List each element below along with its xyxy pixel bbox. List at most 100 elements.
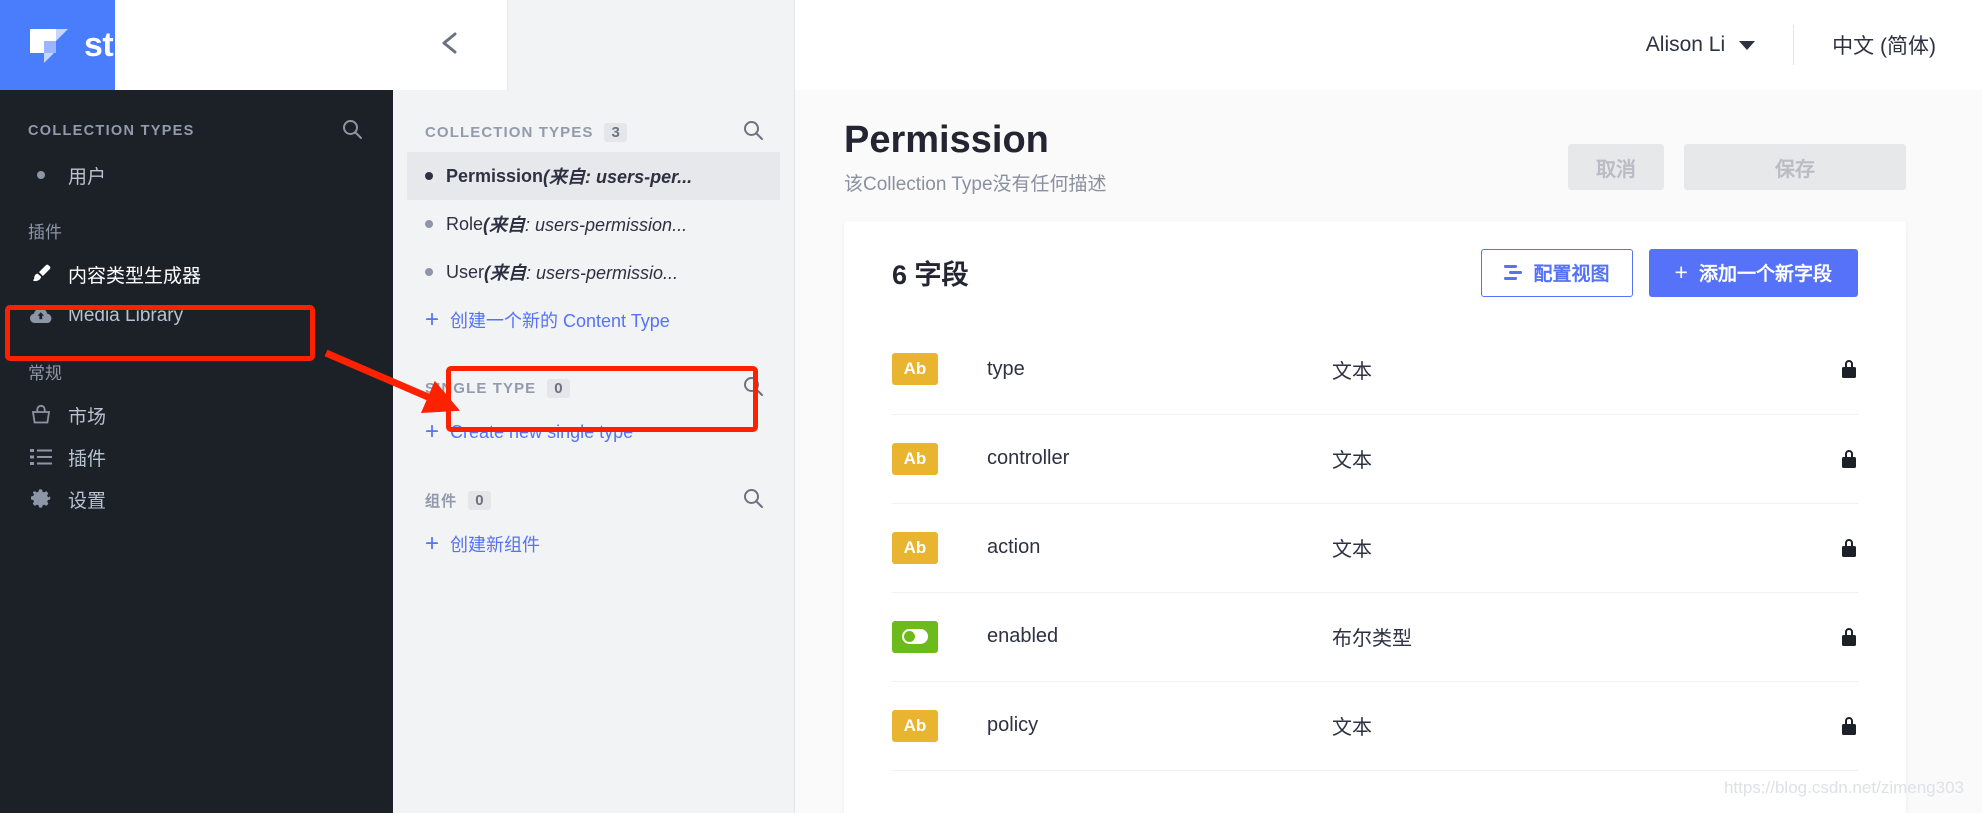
sidebar-item-label: 内容类型生成器	[68, 265, 202, 287]
user-name: Alison Li	[1645, 33, 1726, 56]
lock-icon	[1840, 358, 1858, 380]
lock-icon	[1840, 448, 1858, 470]
plus-icon: +	[425, 306, 440, 333]
strapi-logo-icon	[30, 29, 68, 63]
fields-card-header: 6 字段 配置视图 + 添加一个新字段	[892, 221, 1858, 325]
create-new-single-type-link[interactable]: + Create new single type	[393, 408, 794, 456]
list-item-source: (来自: users-per...	[543, 167, 693, 187]
add-new-field-button[interactable]: + 添加一个新字段	[1648, 248, 1858, 297]
create-new-component-link[interactable]: + 创建新组件	[393, 520, 794, 568]
mid-section-title: SINGLE TYPE	[425, 379, 537, 397]
mid-section-count: 0	[547, 378, 570, 398]
table-row[interactable]: Ab type 文本	[892, 325, 1858, 414]
boolean-field-icon	[892, 620, 938, 653]
table-row[interactable]: Ab policy 文本	[892, 680, 1858, 770]
field-name: controller	[987, 447, 1070, 470]
sidebar-item-label: 市场	[68, 406, 107, 428]
chevron-left-icon	[437, 28, 463, 63]
sidebar-collection-types-header: COLLECTION TYPES	[0, 108, 393, 154]
user-menu[interactable]: Alison Li	[1645, 33, 1756, 57]
main-content: Permission 该Collection Type没有任何描述 取消 保存 …	[795, 90, 1982, 813]
gear-icon	[28, 488, 54, 510]
cloud-upload-icon	[28, 305, 54, 327]
sidebar-item-users[interactable]: 用户	[0, 154, 393, 196]
configure-view-button[interactable]: 配置视图	[1480, 248, 1633, 297]
top-bar: Alison Li 中文 (简体)	[795, 0, 1982, 90]
table-row[interactable]: Ab action 文本	[892, 502, 1858, 592]
sidebar-item-media-library[interactable]: Media Library	[0, 295, 393, 337]
sidebar-group-label-general: 常规	[28, 364, 62, 383]
list-item[interactable]: Role (来自: users-permission...	[407, 200, 780, 248]
text-field-icon: Ab	[892, 709, 938, 742]
search-icon[interactable]	[742, 375, 764, 402]
mid-section-title: 组件	[425, 492, 458, 510]
list-item[interactable]: User (来自: users-permissio...	[407, 248, 780, 296]
shop-icon	[28, 404, 54, 426]
chevron-down-icon	[1739, 40, 1756, 50]
list-icon	[28, 446, 54, 468]
language-switcher[interactable]: 中文 (简体)	[1832, 30, 1936, 60]
field-count-label: 6 字段	[892, 260, 969, 291]
sidebar-collection-types-label: COLLECTION TYPES	[28, 123, 195, 139]
lock-icon	[1840, 537, 1858, 559]
list-item-name: Permission	[446, 165, 544, 186]
bullet-icon	[425, 220, 433, 228]
configure-view-label: 配置视图	[1533, 264, 1610, 286]
sidebar-item-label: 设置	[68, 490, 107, 512]
mid-section-title: COLLECTION TYPES	[425, 123, 594, 141]
field-name: enabled	[987, 625, 1059, 648]
plus-icon: +	[1674, 259, 1688, 286]
table-row[interactable]: enabled 布尔类型	[892, 591, 1858, 681]
field-name: type	[987, 357, 1025, 380]
fields-card-actions: 配置视图 + 添加一个新字段	[1480, 248, 1858, 297]
sidebar-item-settings[interactable]: 设置	[0, 478, 393, 520]
lock-icon	[1840, 715, 1858, 737]
divider	[1793, 25, 1795, 65]
list-item-name: User	[446, 261, 485, 282]
sidebar-group-label-plugins: 插件	[28, 223, 62, 242]
create-new-content-type-link[interactable]: + 创建一个新的 Content Type	[393, 296, 794, 344]
back-button[interactable]	[393, 0, 508, 90]
add-new-field-label: 添加一个新字段	[1698, 264, 1832, 286]
cancel-button[interactable]: 取消	[1568, 144, 1664, 190]
page-header-actions: 取消 保存	[1568, 119, 1906, 190]
field-name: action	[987, 536, 1041, 559]
list-item-name: Role	[446, 213, 484, 234]
field-type: 文本	[1332, 717, 1372, 740]
mid-section-count: 3	[604, 122, 627, 142]
save-button[interactable]: 保存	[1684, 144, 1906, 190]
mid-section-header-single-type: SINGLE TYPE 0	[393, 368, 794, 408]
sidebar-item-label: 插件	[68, 448, 107, 470]
strapi-admin-screen: strapi COLLECTION TYPES 用户 插件 内容类型生	[0, 0, 1982, 813]
page-subtitle: 该Collection Type没有任何描述	[844, 173, 1107, 195]
content-type-list-panel: COLLECTION TYPES 3 Permission (来自: users…	[393, 0, 795, 813]
search-icon[interactable]	[341, 118, 363, 145]
table-row[interactable]: Ab controller 文本	[892, 413, 1858, 503]
bullet-icon	[425, 268, 433, 276]
field-name: policy	[987, 714, 1039, 737]
sidebar-item-label: 用户	[68, 166, 107, 188]
page-title: Permission	[844, 119, 1049, 161]
search-icon[interactable]	[742, 119, 764, 146]
mid-section-header-components: 组件 0	[393, 480, 794, 520]
field-type: 文本	[1332, 450, 1372, 473]
topbar-left-filler	[115, 0, 402, 90]
layout-config-icon	[1503, 264, 1524, 282]
bullet-icon	[28, 164, 54, 186]
table-row-partial	[892, 769, 1858, 790]
mid-section-header-collection-types: COLLECTION TYPES 3	[393, 112, 794, 152]
sidebar-item-label: Media Library	[68, 305, 184, 326]
sidebar-item-marketplace[interactable]: 市场	[0, 394, 393, 436]
text-field-icon: Ab	[892, 531, 938, 564]
text-field-icon: Ab	[892, 442, 938, 475]
mid-section-count: 0	[468, 490, 491, 510]
list-item[interactable]: Permission (来自: users-per...	[407, 152, 780, 200]
search-icon[interactable]	[742, 487, 764, 514]
sidebar-item-content-type-builder[interactable]: 内容类型生成器	[0, 253, 393, 295]
paintbrush-icon	[28, 263, 54, 285]
list-item-source: (来自: users-permission...	[483, 215, 688, 235]
create-link-label: Create new single type	[450, 421, 634, 442]
text-field-icon: Ab	[892, 353, 938, 386]
left-sidebar: strapi COLLECTION TYPES 用户 插件 内容类型生	[0, 0, 393, 813]
sidebar-item-plugins[interactable]: 插件	[0, 436, 393, 478]
